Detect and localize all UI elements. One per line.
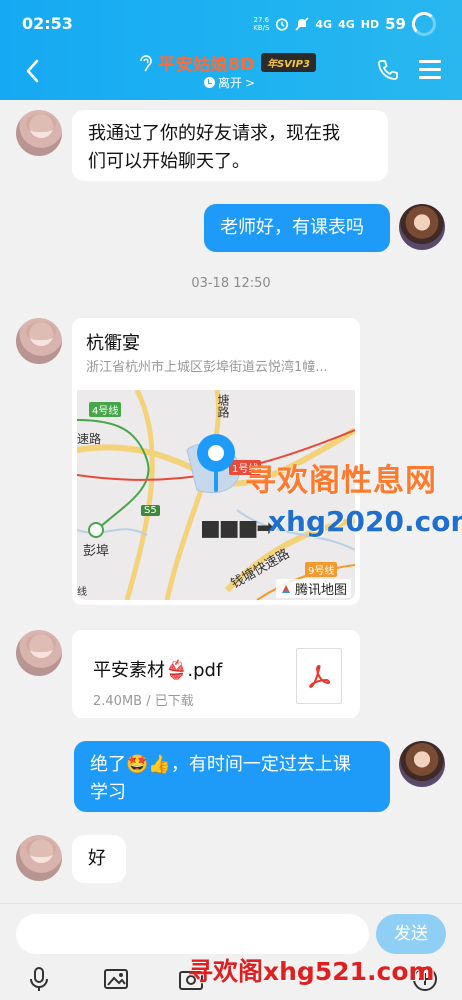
watermark-url: xhg2020.com xyxy=(268,505,462,538)
signal-1: 4G xyxy=(315,17,333,31)
contact-avatar[interactable] xyxy=(16,110,62,156)
net-speed: 27.6 KB/S xyxy=(253,16,269,32)
battery-ring-icon xyxy=(412,12,436,36)
status-right: 27.6 KB/S 4G 4G HD 59 xyxy=(253,12,436,36)
contact-name: 平安姑娘8D xyxy=(158,55,255,75)
contact-avatar[interactable] xyxy=(16,835,62,881)
message-text-line: 们可以开始聊天了。 xyxy=(88,151,250,172)
message-text: 好 xyxy=(88,848,106,869)
message-bubble-incoming[interactable]: 好 xyxy=(72,835,126,883)
map-label: 9号线 xyxy=(305,562,338,577)
self-avatar[interactable] xyxy=(399,741,445,787)
message-input[interactable] xyxy=(16,914,369,954)
map-label: 彭埠 xyxy=(83,544,110,559)
message-bubble-outgoing[interactable]: 绝了🤩👍，有时间一定过去上课 学习 xyxy=(74,741,390,812)
message-bubble-incoming[interactable]: 我通过了你的好友请求，现在我 们可以开始聊天了。 xyxy=(72,110,388,181)
net-speed-value: 27.6 xyxy=(253,16,270,24)
status-bar: 02:53 27.6 KB/S 4G 4G HD 59 xyxy=(0,0,462,50)
phone-icon[interactable] xyxy=(376,58,400,82)
pdf-icon xyxy=(296,648,342,704)
message-text-line: 我通过了你的好友请求，现在我 xyxy=(88,123,340,144)
menu-icon[interactable] xyxy=(419,60,441,84)
map-pin-icon xyxy=(197,434,235,472)
compass-icon xyxy=(281,584,290,593)
alarm-icon xyxy=(276,18,289,31)
message-bubble-outgoing[interactable]: 老师好，有课表吗 xyxy=(204,204,390,252)
message-text-line: 学习 xyxy=(90,782,126,803)
watermark-arrow: ■■■➡ xyxy=(200,516,275,541)
map-pin-stem xyxy=(214,470,218,492)
back-icon[interactable] xyxy=(24,58,40,84)
mute-icon xyxy=(295,17,309,31)
map-label: 速路 xyxy=(77,432,102,446)
message-text: 老师好，有课表吗 xyxy=(220,217,364,238)
watermark-text: 寻欢阁性息网 xyxy=(245,463,437,499)
file-name: 平安素材👙.pdf xyxy=(93,660,223,681)
chat-header: 平安姑娘8D 年SVIP3 离开 > xyxy=(0,50,462,100)
self-avatar[interactable] xyxy=(399,204,445,250)
location-address: 浙江省杭州市上城区彭埠街道云悦湾1幢... xyxy=(86,360,328,375)
message-timestamp: 03-18 12:50 xyxy=(191,276,271,291)
hd-badge: HD xyxy=(360,17,380,31)
contact-avatar[interactable] xyxy=(16,318,62,364)
status-text: 离开 xyxy=(218,76,243,90)
contact-status[interactable]: 离开 > xyxy=(204,74,255,91)
map-label: 塘路 xyxy=(216,394,230,418)
ear-icon xyxy=(140,54,152,72)
battery-level: 59 xyxy=(385,15,406,33)
map-label: S5 xyxy=(141,505,160,516)
signal-2: 4G xyxy=(338,17,355,31)
watermark-bottom: 寻欢阁xhg521.com xyxy=(188,957,435,986)
contact-avatar[interactable] xyxy=(16,630,62,676)
message-text-line: 绝了🤩👍，有时间一定过去上课 xyxy=(90,754,351,775)
send-button[interactable]: 发送 xyxy=(376,914,446,954)
map-label: 4号线 xyxy=(89,402,122,417)
svip-badge: 年SVIP3 xyxy=(260,53,316,72)
map-provider-logo: 腾讯地图 xyxy=(275,579,351,598)
status-time: 02:53 xyxy=(22,14,73,33)
net-speed-unit: KB/S xyxy=(253,24,270,32)
mic-icon[interactable] xyxy=(24,964,54,994)
status-clock-icon xyxy=(204,77,215,88)
top-bar: 02:53 27.6 KB/S 4G 4G HD 59 平安姑娘8D 年SVIP… xyxy=(0,0,462,100)
location-name: 杭衢宴 xyxy=(86,333,140,354)
file-meta: 2.40MB / 已下载 xyxy=(93,694,194,709)
contact-title[interactable]: 平安姑娘8D 年SVIP3 xyxy=(138,50,316,75)
file-card[interactable]: 平安素材👙.pdf 2.40MB / 已下载 xyxy=(72,630,360,718)
status-chevron-icon: > xyxy=(245,75,256,90)
image-icon[interactable] xyxy=(101,964,131,994)
map-logo-text: 腾讯地图 xyxy=(294,583,347,598)
map-label: 线 xyxy=(77,587,87,598)
